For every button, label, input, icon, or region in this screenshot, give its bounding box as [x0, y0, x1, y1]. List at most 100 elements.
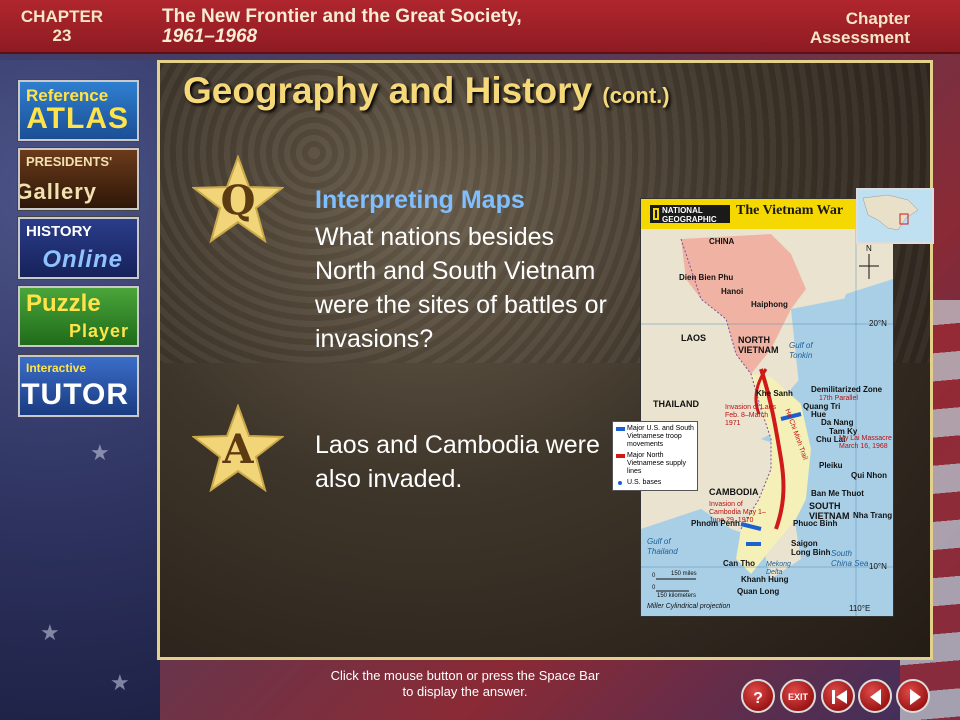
compass-icon: N [866, 244, 872, 253]
legend-item: Major North Vietnamese supply lines [613, 452, 697, 476]
question-letter: Q [220, 177, 256, 224]
map-label: Invasion of Laos Feb. 8–March 1971 [725, 404, 776, 427]
star-decoration: ★ [90, 440, 110, 465]
header-bar: CHAPTER 23 The New Frontier and the Grea… [0, 0, 960, 54]
map-label: Da Nang [821, 418, 854, 427]
map-label: Pleiku [819, 461, 843, 470]
interactive-tutor-button[interactable]: Interactive TUTOR [18, 355, 139, 417]
nav-atlas-line2: ATLAS [26, 102, 129, 135]
legend-item: Major U.S. and South Vietnamese troop mo… [613, 425, 697, 449]
map-label: THAILAND [653, 399, 699, 409]
exit-label: EXIT [787, 692, 808, 702]
legend-swatch [616, 427, 625, 431]
map-title: The Vietnam War [736, 203, 844, 218]
nav-presidents-line2: Gallery [18, 179, 97, 204]
nav-tutor-line2: TUTOR [21, 378, 129, 411]
page-title-suffix: (cont.) [602, 83, 670, 108]
map-label: 110°E [849, 604, 871, 613]
map-label: Nha Trang [853, 511, 893, 520]
nav-history-line2: Online [42, 246, 123, 273]
legend-swatch [618, 481, 622, 485]
legend-text: U.S. bases [627, 479, 662, 486]
chapter-indicator: CHAPTER 23 [14, 7, 110, 45]
skip-back-icon [832, 690, 847, 704]
map-label: Gulf of Thailand [647, 537, 678, 556]
assessment-line2: Assessment [809, 28, 910, 47]
legend-text: Major North Vietnamese supply lines [627, 452, 687, 475]
chapter-title-text: The New Frontier and the Great Society, [162, 6, 522, 27]
map-label: SOUTH VIETNAM [809, 501, 850, 521]
map-label: Phuoc Binh [793, 519, 838, 528]
exit-button[interactable]: EXIT [780, 679, 816, 713]
reference-atlas-button[interactable]: Reference ATLAS [18, 80, 139, 141]
scale-km: 150 kilometers [657, 593, 697, 599]
puzzle-player-button[interactable]: Puzzle Player [18, 286, 139, 347]
map-label: Quan Long [737, 587, 780, 596]
scale-zero: 0 [652, 585, 656, 591]
map-label: Ban Me Thuot [811, 489, 864, 498]
nav-history-line1: HISTORY [26, 223, 92, 240]
question-text: What nations besides North and South Vie… [315, 223, 607, 353]
map-label: Can Tho [723, 559, 755, 568]
map-label: Gulf of Tonkin [789, 341, 813, 360]
question-heading: Interpreting Maps [315, 186, 525, 214]
legend-text: Major U.S. and South Vietnamese troop mo… [627, 425, 694, 448]
map-projection: Miller Cylindrical projection [647, 603, 731, 610]
answer-text: Laos and Cambodia were also invaded. [315, 431, 600, 493]
map-label: 17th Parallel [819, 395, 858, 402]
map-label: Hanoi [721, 287, 744, 296]
nav-puzzle-line1: Puzzle [26, 290, 101, 317]
answer-letter: A [222, 426, 254, 473]
map-label: Qui Nhon [851, 471, 887, 480]
nav-presidents-line1: PRESIDENTS' [26, 154, 113, 169]
map-label: CHINA [709, 237, 735, 246]
map-label: Long Binh [791, 548, 831, 557]
star-decoration: ★ [40, 620, 60, 645]
scale-miles: 150 miles [671, 571, 697, 577]
map-label: Saigon [791, 539, 818, 548]
star-decoration: ★ [110, 670, 130, 695]
next-slide-button[interactable] [896, 679, 930, 713]
instruction-hint: Click the mouse button or press the Spac… [330, 668, 600, 699]
map-label: Dien Bien Phu [679, 273, 734, 282]
nav-tutor-line1: Interactive [26, 361, 87, 375]
question-star-icon: Q [191, 154, 285, 244]
map-label: South China Sea [831, 549, 869, 568]
assessment-line1: Chapter [845, 9, 910, 28]
map-label: Khe Sanh [756, 389, 793, 398]
map-label: Haiphong [751, 300, 788, 309]
page-title-text: Geography and History [183, 70, 593, 111]
previous-icon [870, 689, 881, 705]
national-geographic-logo: NATIONAL GEOGRAPHIC [647, 202, 733, 226]
first-slide-button[interactable] [821, 679, 855, 713]
map-label: CAMBODIA [709, 487, 759, 497]
answer-star-icon: A [191, 403, 285, 493]
help-icon: ? [753, 690, 763, 707]
previous-slide-button[interactable] [858, 679, 892, 713]
map-legend: Major U.S. and South Vietnamese troop mo… [612, 421, 698, 491]
map-label: LAOS [681, 333, 707, 343]
map-label: Khanh Hung [741, 575, 789, 584]
help-button[interactable]: ? [741, 679, 775, 713]
scale-zero: 0 [652, 573, 656, 579]
map-label: My Lai Massacre March 16, 1968 [839, 435, 892, 450]
map-label: 20°N [869, 319, 887, 328]
history-online-button[interactable]: HISTORY Online [18, 217, 139, 279]
chapter-label: CHAPTER [20, 7, 104, 26]
chapter-years: 1961–1968 [162, 26, 258, 47]
map-label: Phnom Penh [691, 519, 740, 528]
chapter-number: 23 [52, 26, 72, 45]
legend-swatch [616, 454, 625, 458]
vietnam-war-map: NATIONAL GEOGRAPHIC The Vietnam War CHIN… [640, 198, 894, 617]
page-title: Geography and History (cont.) [183, 70, 670, 112]
map-label: 10°N [869, 562, 887, 571]
chapter-assessment-link[interactable]: Chapter Assessment [810, 9, 910, 47]
presidents-gallery-button[interactable]: PRESIDENTS' Gallery [18, 148, 139, 210]
legend-item: U.S. bases [613, 479, 697, 487]
map-label: NORTH VIETNAM [738, 335, 779, 355]
map-label: Demilitarized Zone [811, 385, 883, 394]
chapter-title: The New Frontier and the Great Society, … [162, 7, 522, 47]
nav-puzzle-line2: Player [68, 321, 129, 341]
next-icon [910, 689, 921, 705]
map-inset-globe [856, 188, 934, 244]
